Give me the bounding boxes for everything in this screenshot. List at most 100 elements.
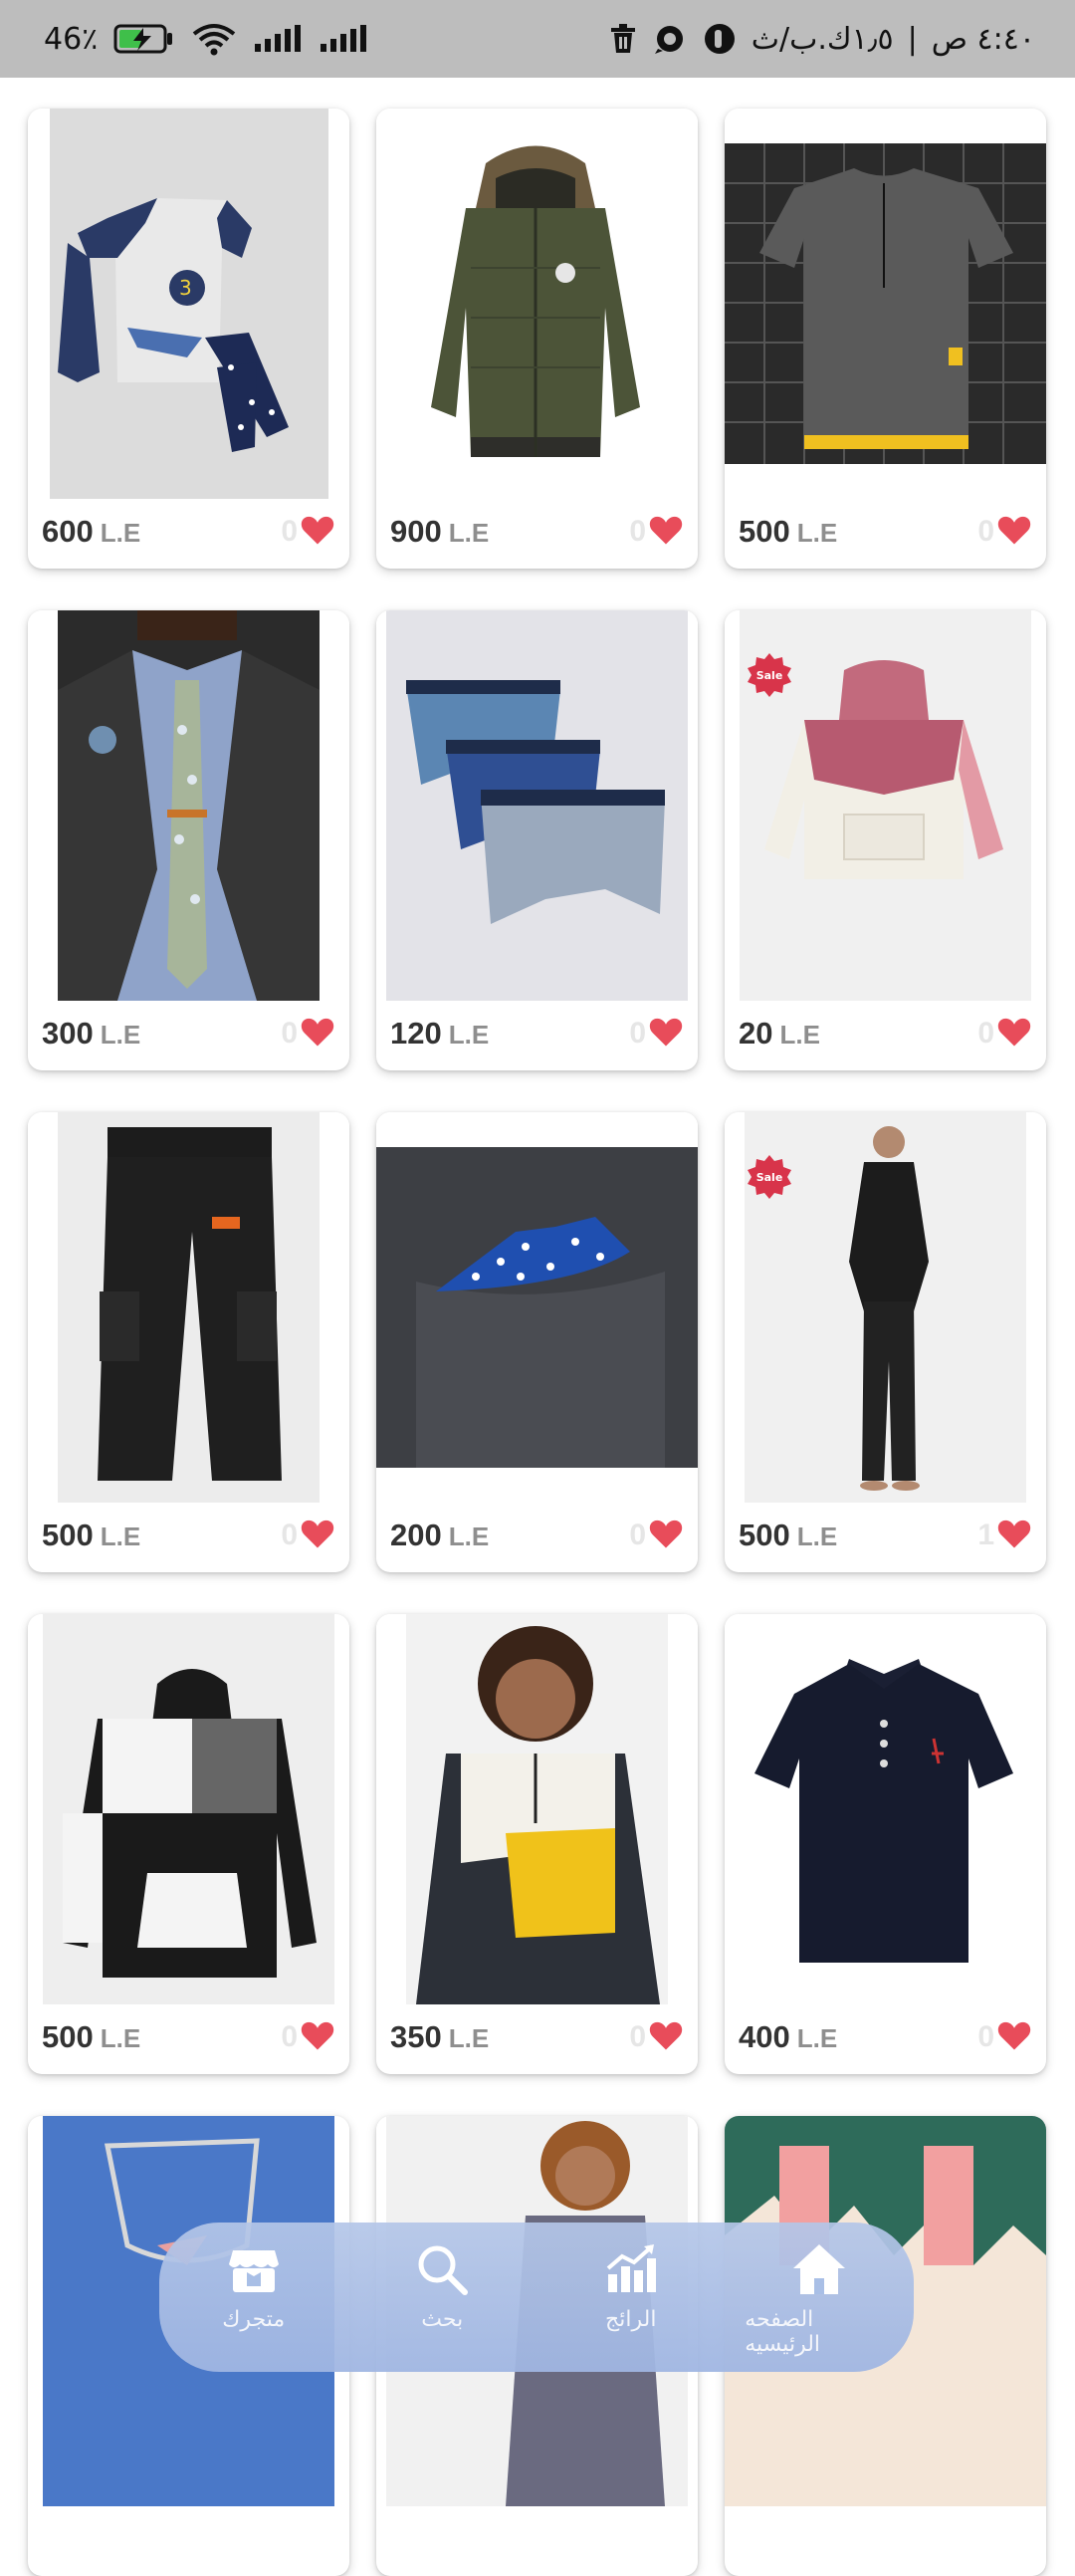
price-row: 200 L.E 0	[390, 1513, 684, 1558]
like-count: 0	[629, 515, 646, 548]
product-card[interactable]: 350 L.E 0	[376, 1614, 698, 2074]
price-value: 500	[42, 2019, 94, 2054]
likes: 0	[281, 2019, 335, 2056]
likes: 0	[629, 2019, 684, 2056]
product-card[interactable]: 120 L.E 0	[376, 610, 698, 1070]
heart-icon[interactable]	[648, 514, 684, 551]
heart-icon[interactable]	[996, 1518, 1032, 1554]
like-count: 0	[281, 1017, 298, 1050]
price-row: 500 L.E 0	[42, 1513, 335, 1558]
price: 500 L.E	[739, 514, 837, 550]
price-value: 500	[739, 514, 790, 549]
price-value: 500	[42, 1518, 94, 1552]
price: 600 L.E	[42, 514, 140, 550]
price-currency: L.E	[796, 2023, 838, 2053]
price-currency: L.E	[100, 518, 141, 548]
product-card[interactable]: 400 L.E 0	[725, 1614, 1046, 2074]
signal-icon-2	[319, 24, 368, 54]
price-currency: L.E	[448, 1522, 490, 1551]
product-image-grey-tshirt[interactable]	[725, 109, 1046, 499]
price-currency: L.E	[448, 1020, 490, 1050]
likes: 0	[281, 1016, 335, 1053]
price-row: 400 L.E 0	[739, 2014, 1032, 2060]
heart-icon[interactable]	[300, 1518, 335, 1554]
price-value: 200	[390, 1518, 442, 1552]
like-count: 0	[629, 1017, 646, 1050]
product-card[interactable]: 500 L.E 0	[725, 109, 1046, 569]
product-image-boxer-briefs[interactable]	[376, 610, 698, 1001]
heart-icon[interactable]	[300, 514, 335, 551]
sale-badge: Sale	[747, 1154, 792, 1205]
heart-icon[interactable]	[648, 1518, 684, 1554]
price: 900 L.E	[390, 514, 489, 550]
heart-icon[interactable]	[996, 514, 1032, 551]
product-card[interactable]: 900 L.E 0	[376, 109, 698, 569]
data-rate: ١٫٥ك.ب/ث	[751, 21, 894, 57]
nav-label: بحث	[421, 2307, 464, 2332]
price-currency: L.E	[100, 1522, 141, 1551]
heart-icon[interactable]	[300, 1016, 335, 1053]
price-currency: L.E	[448, 2023, 490, 2053]
svg-text:3: 3	[179, 276, 192, 300]
product-image-kid-sweatshirt[interactable]	[376, 1614, 698, 2004]
product-image-pocket-square[interactable]	[376, 1112, 698, 1503]
nav-label: متجرك	[222, 2307, 286, 2332]
like-count: 0	[281, 515, 298, 548]
heart-icon[interactable]	[648, 1016, 684, 1053]
product-grid: 3 600 L.E 0 900 L.E 0 500 L.E 0 300 L.E …	[28, 109, 1048, 2576]
product-image-navy-polo[interactable]	[725, 1614, 1046, 2004]
product-card[interactable]: 3 600 L.E 0	[28, 109, 349, 569]
price-value: 400	[739, 2019, 790, 2054]
nav-label: الصفحه الرئيسيه	[745, 2307, 821, 2357]
nav-item-search[interactable]: بحث	[367, 2240, 517, 2332]
like-count: 0	[629, 1519, 646, 1551]
price-row: 500 L.E 1	[739, 1513, 1032, 1558]
price-row: 500 L.E 0	[739, 509, 1032, 555]
like-count: 0	[281, 1519, 298, 1551]
price: 120 L.E	[390, 1016, 489, 1052]
clock: ٤:٤٠ ص	[931, 21, 1035, 57]
battery-percent: 46٪	[44, 21, 99, 57]
nav-item-store[interactable]: متجرك	[179, 2240, 328, 2332]
heart-icon[interactable]	[648, 2019, 684, 2056]
sale-label: Sale	[756, 669, 783, 682]
heart-icon[interactable]	[300, 2019, 335, 2056]
nav-item-home[interactable]: الصفحه الرئيسيه	[745, 2240, 894, 2357]
likes: 0	[629, 1518, 684, 1554]
price: 500 L.E	[42, 1518, 140, 1553]
likes: 0	[281, 514, 335, 551]
product-card[interactable]: 500 L.E 0	[28, 1112, 349, 1572]
product-card[interactable]: Sale 500 L.E 1	[725, 1112, 1046, 1572]
product-image-colorblock-hoodie[interactable]	[28, 1614, 349, 2004]
product-card[interactable]: Sale 20 L.E 0	[725, 610, 1046, 1070]
product-card[interactable]: 500 L.E 0	[28, 1614, 349, 2074]
heart-icon[interactable]	[996, 2019, 1032, 2056]
price-value: 300	[42, 1016, 94, 1051]
app-circle-icon	[702, 21, 738, 57]
likes: 1	[977, 1518, 1032, 1554]
price-currency: L.E	[796, 518, 838, 548]
product-image-cargo-pants[interactable]	[28, 1112, 349, 1503]
product-card[interactable]: 200 L.E 0	[376, 1112, 698, 1572]
price-row: 120 L.E 0	[390, 1011, 684, 1056]
price-value: 20	[739, 1016, 773, 1051]
search-icon	[413, 2240, 471, 2303]
price-currency: L.E	[100, 1020, 141, 1050]
heart-icon[interactable]	[996, 1016, 1032, 1053]
likes: 0	[977, 514, 1032, 551]
signal-icon	[253, 24, 303, 54]
sale-label: Sale	[756, 1171, 783, 1184]
wifi-icon	[191, 22, 237, 56]
price: 500 L.E	[42, 2019, 140, 2055]
price-row: 350 L.E 0	[390, 2014, 684, 2060]
product-image-kids-pajama[interactable]: 3	[28, 109, 349, 499]
product-image-puffer-jacket[interactable]	[376, 109, 698, 499]
product-image-suit-tie[interactable]	[28, 610, 349, 1001]
product-card[interactable]: 300 L.E 0	[28, 610, 349, 1070]
price-currency: L.E	[796, 1522, 838, 1551]
nav-label: الرائج	[605, 2307, 657, 2332]
nav-item-trending[interactable]: الرائج	[556, 2240, 706, 2332]
separator: |	[907, 21, 918, 57]
price: 500 L.E	[739, 1518, 837, 1553]
like-count: 0	[977, 2020, 994, 2053]
